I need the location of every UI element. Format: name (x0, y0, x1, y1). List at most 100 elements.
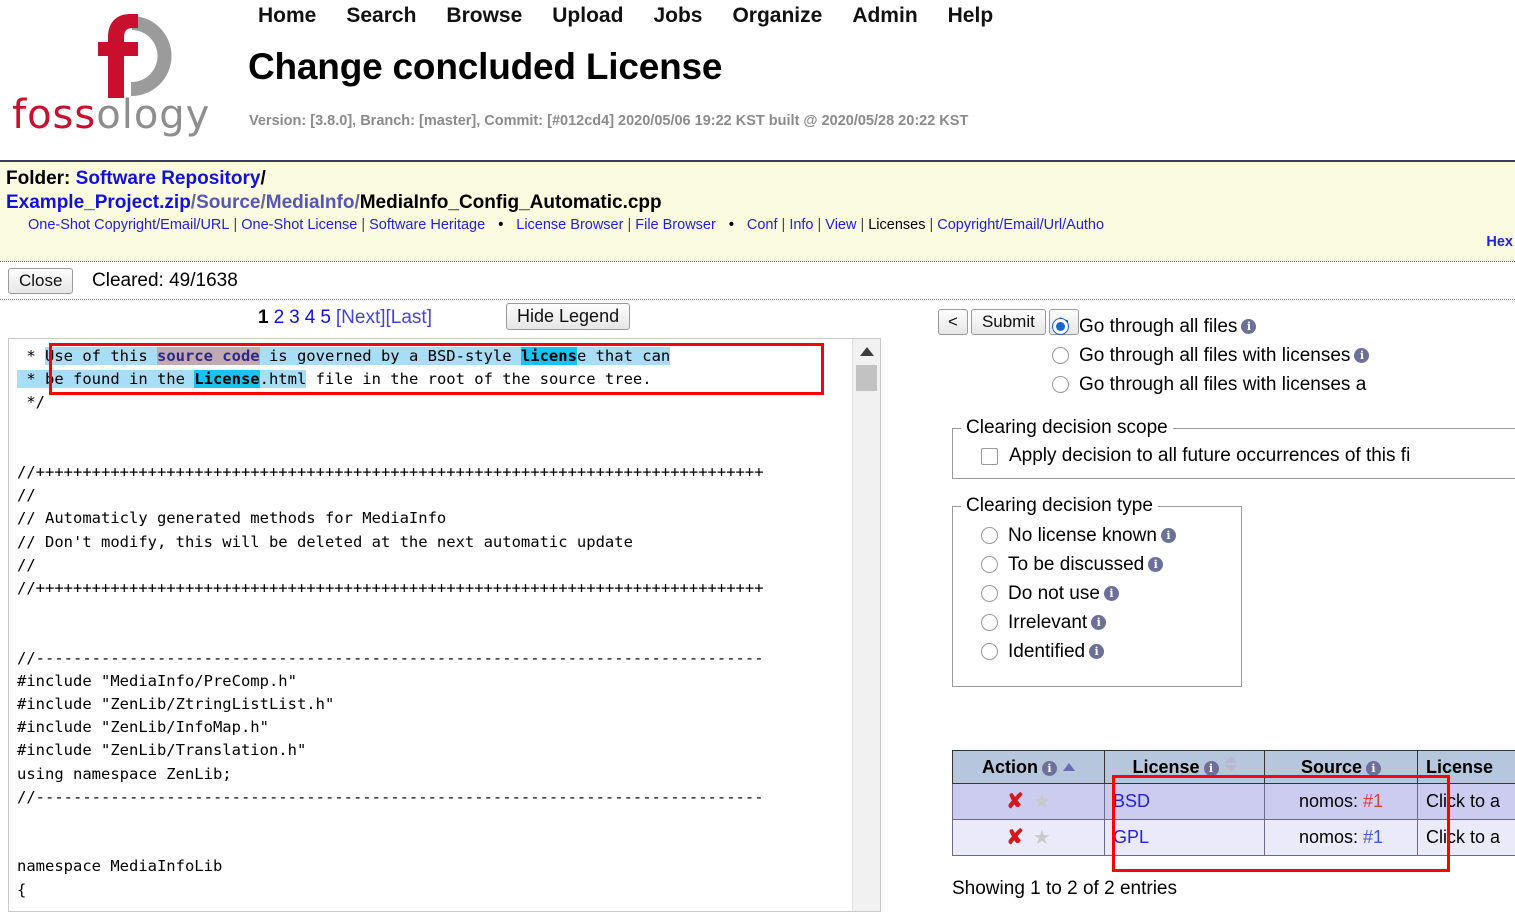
scan-option-with-licenses-and[interactable]: Go through all files with licenses a (1052, 370, 1369, 399)
decision-type-do-not-use[interactable]: Do not use i (981, 579, 1241, 608)
link-file-browser[interactable]: File Browser (635, 217, 716, 233)
column-header-action[interactable]: Action i (952, 750, 1105, 784)
info-icon-irrelevant[interactable]: i (1091, 615, 1107, 630)
row-license-text-cell[interactable]: Click to a (1417, 819, 1515, 856)
breadcrumb-mediainfo-link[interactable]: MediaInfo (266, 192, 355, 213)
radio-to-be-discussed[interactable] (981, 556, 998, 573)
nav-item-help[interactable]: Help (948, 4, 994, 27)
close-button[interactable]: Close (8, 268, 74, 294)
source-match-bsd[interactable]: #1 (1363, 791, 1383, 811)
decision-type-no-license-known-label: No license known (1008, 524, 1157, 546)
radio-with-licenses[interactable] (1052, 347, 1069, 364)
breadcrumb-folder-link[interactable]: Software Repository (76, 168, 261, 189)
sep-7: | (929, 217, 934, 233)
scrollbar-thumb[interactable] (856, 365, 877, 391)
scope-checkbox-row[interactable]: Apply decision to all future occurrences… (953, 439, 1515, 467)
info-icon-with-licenses[interactable]: i (1354, 348, 1370, 363)
code-hl-line-2: * be found in the License.html (17, 370, 307, 389)
breadcrumb-archive-link[interactable]: Example_Project.zip (6, 192, 191, 213)
radio-do-not-use[interactable] (981, 585, 998, 602)
star-icon[interactable]: ★ (1033, 827, 1051, 849)
info-icon-action[interactable]: i (1042, 760, 1057, 776)
scan-option-all-files-label: Go through all files (1079, 315, 1238, 337)
page-5[interactable]: 5 (320, 307, 331, 328)
breadcrumb-source-link[interactable]: Source (196, 192, 260, 213)
clearing-toolbar: Close Cleared: 49/1638 (0, 266, 1515, 300)
sort-ascending-icon[interactable] (1063, 762, 1075, 771)
license-table: Action i License i Source i License ✘ ★ BSD … (952, 750, 1515, 856)
nav-item-admin[interactable]: Admin (852, 4, 917, 27)
row-license-text-cell[interactable]: Click to a (1417, 783, 1515, 820)
link-software-heritage[interactable]: Software Heritage (369, 217, 485, 233)
scroll-up-arrow-icon[interactable] (860, 347, 874, 356)
link-one-shot-license[interactable]: One-Shot License (241, 217, 357, 233)
radio-no-license-known[interactable] (981, 527, 998, 544)
decision-type-no-license-known[interactable]: No license known i (981, 521, 1241, 550)
radio-identified[interactable] (981, 643, 998, 660)
scan-option-all-files[interactable]: Go through all files i (1052, 312, 1369, 341)
column-header-source[interactable]: Source i (1264, 750, 1418, 784)
breadcrumb-folder-line: Folder: Software Repository/ (6, 168, 1515, 190)
decision-type-to-be-discussed[interactable]: To be discussed i (981, 550, 1241, 579)
page-2[interactable]: 2 (274, 307, 285, 328)
nav-item-browse[interactable]: Browse (446, 4, 522, 27)
fossology-logo[interactable]: fossology (8, 8, 236, 138)
breadcrumb-slash-1: / (260, 168, 266, 189)
radio-with-licenses-and[interactable] (1052, 376, 1069, 393)
info-icon-no-license-known[interactable]: i (1160, 528, 1176, 543)
info-icon-to-be-discussed[interactable]: i (1148, 557, 1164, 572)
link-view[interactable]: View (825, 217, 856, 233)
code-vertical-scrollbar[interactable] (852, 339, 880, 911)
nav-item-upload[interactable]: Upload (552, 4, 623, 27)
star-icon[interactable]: ★ (1033, 791, 1051, 813)
sort-toggle-icon[interactable] (1224, 756, 1237, 772)
scan-option-with-licenses[interactable]: Go through all files with licenses i (1052, 341, 1370, 370)
page-next[interactable]: [Next] (336, 307, 386, 328)
row-source-cell: nomos: #1 (1264, 819, 1418, 856)
radio-irrelevant[interactable] (981, 614, 998, 631)
logo-word-gray: ology (96, 92, 211, 138)
apply-future-occurrences-checkbox[interactable] (981, 447, 998, 465)
info-icon-all-files[interactable]: i (1241, 319, 1257, 334)
link-licenses-current: Licenses (868, 217, 926, 233)
link-info[interactable]: Info (789, 217, 813, 233)
row-license-cell: GPL (1104, 819, 1265, 856)
page-3[interactable]: 3 (289, 307, 300, 328)
info-icon-source[interactable]: i (1366, 760, 1382, 776)
hide-legend-button[interactable]: Hide Legend (506, 303, 631, 330)
breadcrumb-path-line: Example_Project.zip/Source/MediaInfo/Med… (6, 192, 1515, 214)
link-copyright-email-url-author[interactable]: Copyright/Email/Url/Autho (937, 217, 1104, 233)
link-license-browser[interactable]: License Browser (516, 217, 623, 233)
source-match-gpl[interactable]: #1 (1363, 827, 1383, 847)
nav-item-home[interactable]: Home (258, 4, 316, 27)
nav-item-jobs[interactable]: Jobs (653, 4, 702, 27)
page-last[interactable]: [Last] (386, 307, 432, 328)
license-link-gpl[interactable]: GPL (1113, 827, 1149, 847)
page-4[interactable]: 4 (305, 307, 316, 328)
nav-item-organize[interactable]: Organize (732, 4, 822, 27)
column-header-license[interactable]: License i (1104, 750, 1265, 784)
remove-x-icon[interactable]: ✘ (1006, 790, 1024, 813)
scope-legend: Clearing decision scope (966, 417, 1168, 438)
remove-x-icon[interactable]: ✘ (1006, 826, 1024, 849)
link-hex[interactable]: Hex (1486, 234, 1513, 250)
info-icon-license[interactable]: i (1203, 761, 1219, 776)
decision-type-irrelevant[interactable]: Irrelevant i (981, 608, 1241, 637)
license-link-bsd[interactable]: BSD (1113, 791, 1150, 811)
radio-all-files[interactable] (1052, 318, 1069, 335)
logo-word-red: foss (12, 92, 97, 138)
info-icon-do-not-use[interactable]: i (1103, 586, 1119, 601)
decision-type-identified[interactable]: Identified i (981, 637, 1241, 666)
source-code-viewer[interactable]: * Use of this source code is governed by… (8, 338, 881, 912)
link-conf[interactable]: Conf (747, 217, 778, 233)
column-header-license-text[interactable]: License (1417, 750, 1515, 784)
type-legend: Clearing decision type (966, 495, 1153, 516)
nav-item-search[interactable]: Search (346, 4, 416, 27)
submit-button[interactable]: Submit (970, 309, 1046, 335)
row-license-cell: BSD (1104, 783, 1265, 820)
link-one-shot-copyright[interactable]: One-Shot Copyright/Email/URL (28, 217, 229, 233)
previous-file-button[interactable]: < (938, 309, 968, 335)
info-icon-identified[interactable]: i (1089, 644, 1105, 659)
sep-6: | (860, 217, 865, 233)
page-title: Change concluded License (248, 46, 723, 87)
